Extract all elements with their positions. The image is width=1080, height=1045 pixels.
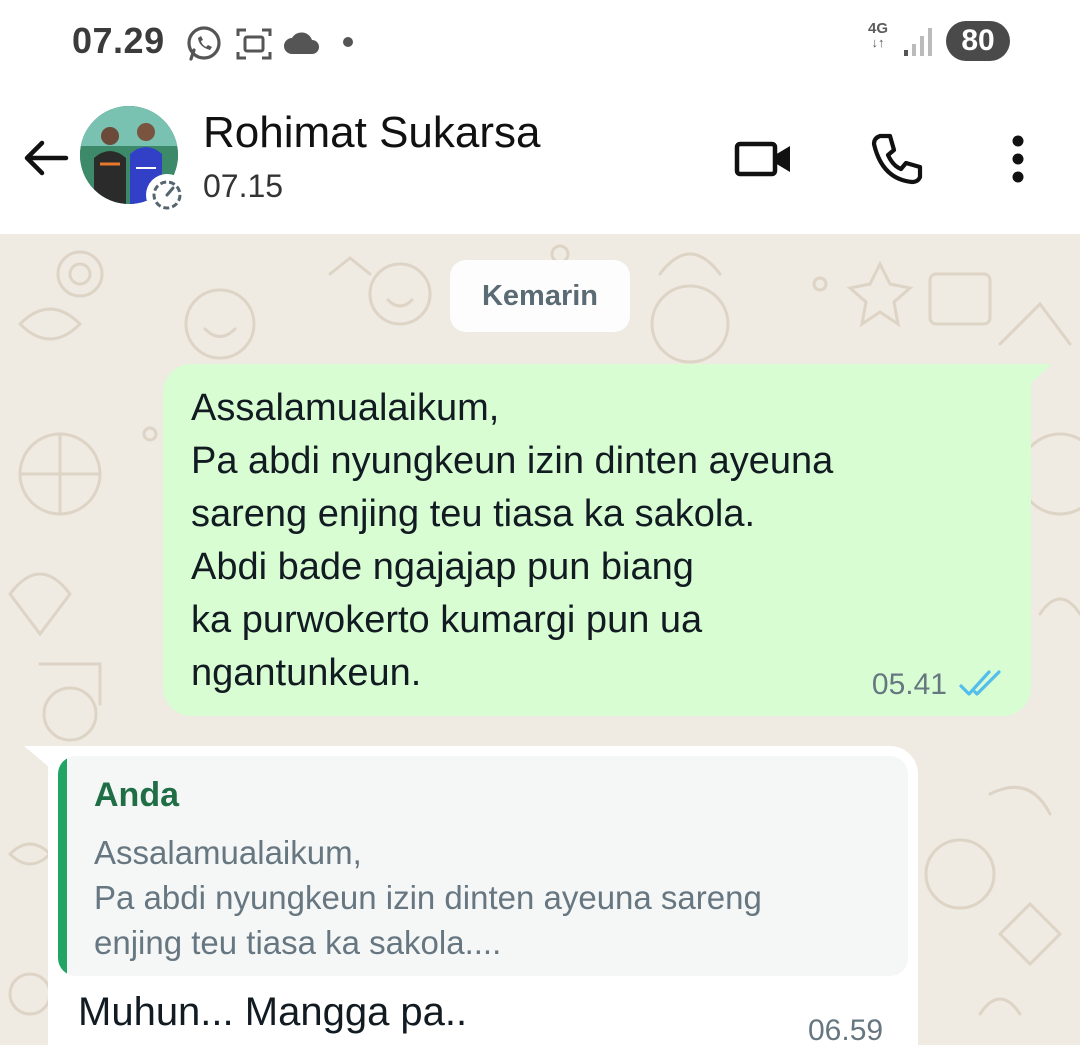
message-time: 05.41 [871,668,947,701]
chat-area[interactable]: Kemarin Assalamualaikum, Pa abdi nyungke… [0,234,1080,1045]
screenshot-icon [236,28,272,60]
read-receipt-icon [959,670,1001,696]
battery-indicator: 80 [946,21,1010,61]
quote-text: Assalamualaikum, Pa abdi nyungkeun izin … [94,834,762,961]
last-seen: 07.15 [203,168,284,204]
chat-header: Rohimat Sukarsa 07.15 [0,88,1080,234]
status-bar: 07.29 4G ↓↑ 80 [0,0,1080,88]
more-vert-icon[interactable] [988,128,1048,190]
message-time: 06.59 [808,1014,884,1045]
incoming-message-bubble[interactable]: Anda Assalamualaikum, Pa abdi nyungkeun … [48,746,918,1045]
bubble-tail [24,746,50,768]
message-text: Assalamualaikum, Pa abdi nyungkeun izin … [191,387,834,694]
network-type: 4G ↓↑ [867,20,888,50]
quoted-message[interactable]: Anda Assalamualaikum, Pa abdi nyungkeun … [58,756,908,976]
whatsapp-icon [187,26,221,61]
quote-author: Anda [94,776,179,814]
status-time: 07.29 [72,20,165,61]
back-arrow-icon[interactable] [20,132,72,184]
signal-icon [904,28,932,56]
outgoing-message-bubble[interactable]: Assalamualaikum, Pa abdi nyungkeun izin … [163,364,1031,716]
date-chip: Kemarin [450,260,630,332]
quote-accent-bar [58,756,67,976]
phone-icon[interactable] [866,128,928,190]
dot-icon [343,37,353,47]
bubble-tail [1028,364,1052,386]
message-text: Muhun... Mangga pa.. [78,990,468,1034]
status-update-icon [146,174,188,216]
contact-name[interactable]: Rohimat Sukarsa [203,108,540,158]
video-call-icon[interactable] [732,128,794,190]
cloud-icon [284,32,319,54]
